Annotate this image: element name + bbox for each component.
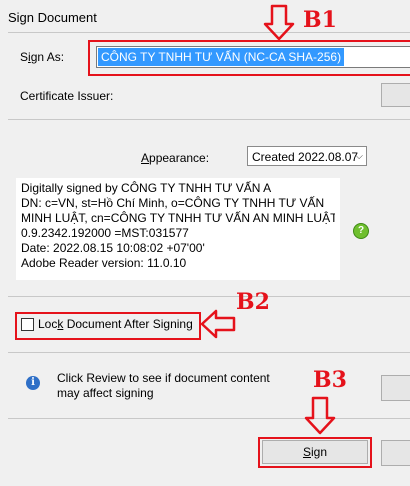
preview-line: MINH LUẬT, cn=CÔNG TY TNHH TƯ VẤN AN MIN… xyxy=(21,211,335,225)
lock-document-checkbox-row[interactable]: Lock Document After Signing xyxy=(21,317,193,331)
arrow-left-icon xyxy=(200,309,236,339)
arrow-down-icon xyxy=(263,4,295,41)
lock-document-checkbox[interactable] xyxy=(21,317,34,331)
sign-as-label: Sign As: xyxy=(20,50,65,64)
preview-line: Digitally signed by CÔNG TY TNHH TƯ VẤN … xyxy=(21,181,272,195)
window-title: Sign Document xyxy=(8,10,97,25)
divider xyxy=(8,352,410,353)
divider xyxy=(8,418,410,419)
preview-line: DN: c=VN, st=Hồ Chí Minh, o=CÔNG TY TNHH… xyxy=(21,196,325,210)
divider xyxy=(8,296,410,297)
review-button[interactable] xyxy=(381,375,410,401)
appearance-label: Appearance: xyxy=(141,151,210,165)
preview-line: 0.9.2342.192000 =MST:031577 xyxy=(21,226,189,240)
certificate-details-button[interactable] xyxy=(381,83,410,107)
chevron-down-icon: ⌵ xyxy=(355,151,363,162)
step-b1-label: B1 xyxy=(303,7,337,33)
step-b2-label: B2 xyxy=(236,289,270,315)
arrow-down-icon xyxy=(304,396,336,435)
appearance-select[interactable]: Created 2022.08.07 ⌵ xyxy=(247,146,367,166)
info-icon: i xyxy=(26,376,40,390)
signature-preview: Digitally signed by CÔNG TY TNHH TƯ VẤN … xyxy=(16,178,340,280)
cancel-button[interactable] xyxy=(381,440,410,466)
sign-as-value: CÔNG TY TNHH TƯ VẤN (NC-CA SHA-256) xyxy=(98,48,345,66)
divider xyxy=(8,119,410,120)
lock-document-label: Lock Document After Signing xyxy=(38,317,193,331)
divider xyxy=(8,32,410,33)
preview-line: Adobe Reader version: 11.0.10 xyxy=(21,256,187,270)
preview-line: Date: 2022.08.15 10:08:02 +07'00' xyxy=(21,241,205,255)
step-b3-label: B3 xyxy=(313,367,347,393)
review-notice-line2: may affect signing xyxy=(57,386,154,400)
sign-as-dropdown[interactable]: CÔNG TY TNHH TƯ VẤN (NC-CA SHA-256) xyxy=(96,46,410,68)
signature-validity-icon: ? xyxy=(353,223,369,239)
certificate-issuer-label: Certificate Issuer: xyxy=(20,89,114,103)
review-notice-line1: Click Review to see if document content xyxy=(57,371,270,385)
appearance-selected: Created 2022.08.07 xyxy=(252,150,359,164)
sign-button[interactable]: Sign xyxy=(262,440,368,464)
